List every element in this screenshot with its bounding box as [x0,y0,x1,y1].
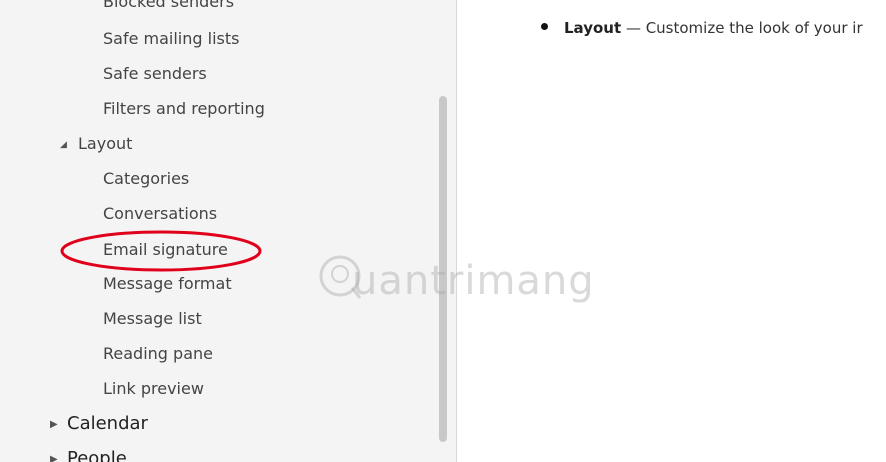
nav-item-blocked-senders[interactable]: Blocked senders [103,0,234,12]
bullet-dot-icon [541,23,548,30]
nav-item-filters-and-reporting[interactable]: Filters and reporting [103,99,265,119]
nav-item-safe-mailing-lists[interactable]: Safe mailing lists [103,29,239,49]
pane-divider [456,0,457,462]
content-bullet-item: Layout — Customize the look of your ir [541,18,886,38]
bullet-term: Layout [564,19,622,37]
nav-group-layout[interactable]: ◢ Layout [60,134,132,155]
triangle-collapsed-icon: ▶ [50,419,58,430]
nav-item-email-signature[interactable]: Email signature [103,240,228,260]
nav-item-categories[interactable]: Categories [103,169,189,189]
nav-section-label: Calendar [67,413,148,434]
bullet-description: — Customize the look of your ir [625,19,863,37]
nav-item-conversations[interactable]: Conversations [103,204,217,224]
settings-sidebar: Blocked senders Safe mailing lists Safe … [0,0,456,462]
triangle-collapsed-icon: ▶ [50,454,58,462]
nav-item-link-preview[interactable]: Link preview [103,379,204,399]
nav-item-safe-senders[interactable]: Safe senders [103,64,207,84]
sidebar-scrollbar-thumb[interactable] [439,96,447,442]
nav-section-label: People [67,448,127,462]
nav-item-message-format[interactable]: Message format [103,274,232,294]
nav-item-message-list[interactable]: Message list [103,309,202,329]
nav-item-reading-pane[interactable]: Reading pane [103,344,213,364]
nav-section-people[interactable]: ▶ People [50,448,127,462]
nav-group-label: Layout [78,134,133,153]
nav-section-calendar[interactable]: ▶ Calendar [50,413,148,436]
triangle-expanded-icon: ◢ [60,140,67,150]
